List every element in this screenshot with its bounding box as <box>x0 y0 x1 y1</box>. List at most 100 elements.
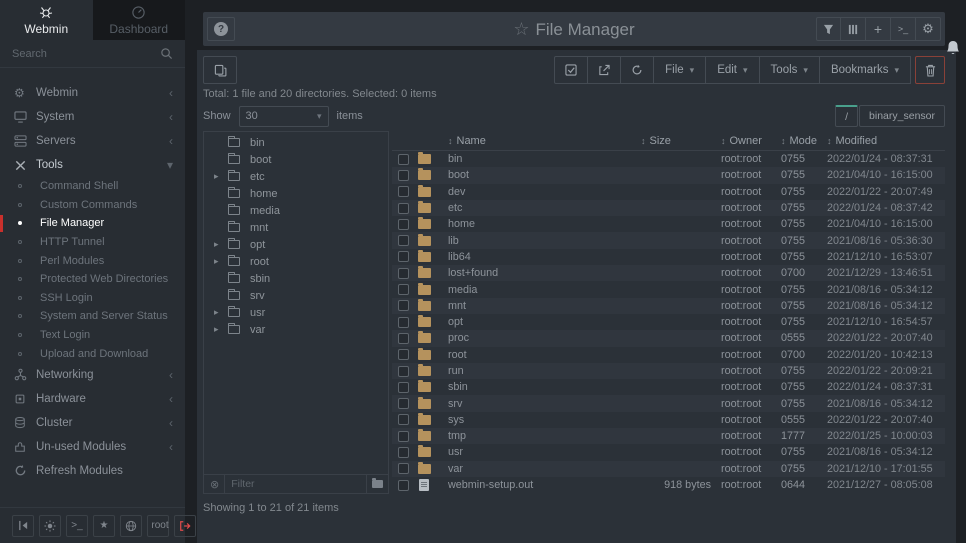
row-checkbox[interactable] <box>398 382 409 393</box>
sidebar-item-system[interactable]: System ‹ <box>0 105 185 129</box>
file-name[interactable]: var <box>448 463 641 475</box>
search-input[interactable] <box>12 48 160 60</box>
sidebar-subitem[interactable]: Perl Modules <box>0 251 185 270</box>
sidebar-subitem[interactable]: Custom Commands <box>0 196 185 215</box>
row-checkbox[interactable] <box>398 431 409 442</box>
row-checkbox[interactable] <box>398 251 409 262</box>
tree-item[interactable]: home <box>204 185 388 202</box>
file-name[interactable]: usr <box>448 446 641 458</box>
tree-item[interactable]: sbin <box>204 270 388 287</box>
theme-brightness-button[interactable] <box>39 515 61 537</box>
sidebar-subitem[interactable]: System and Server Status <box>0 307 185 326</box>
tree-item[interactable]: srv <box>204 287 388 304</box>
file-name[interactable]: lib <box>448 235 641 247</box>
clear-filter-icon[interactable]: ⊗ <box>210 478 219 491</box>
file-name[interactable]: sys <box>448 414 641 426</box>
row-checkbox[interactable] <box>398 366 409 377</box>
file-name[interactable]: bin <box>448 153 641 165</box>
sidebar-item-cluster[interactable]: Cluster ‹ <box>0 411 185 435</box>
columns-button[interactable] <box>841 17 866 41</box>
menu-dropdown-button[interactable]: Bookmarks▾ <box>820 56 911 84</box>
sidebar-subitem[interactable]: File Manager <box>0 214 185 233</box>
table-row[interactable]: sys root:root 0555 2022/01/22 - 20:07:40 <box>392 412 945 428</box>
language-globe-button[interactable] <box>120 515 142 537</box>
sidebar-item-refresh-modules[interactable]: Refresh Modules <box>0 459 185 483</box>
trash-button[interactable] <box>915 56 945 84</box>
file-name[interactable]: webmin-setup.out <box>448 479 641 491</box>
menu-dropdown-button[interactable]: File▾ <box>654 56 706 84</box>
column-header-owner[interactable]: ↕Owner <box>721 135 781 147</box>
tree-filter-input[interactable] <box>224 475 366 493</box>
row-checkbox[interactable] <box>398 300 409 311</box>
tree-item[interactable]: bin <box>204 134 388 151</box>
row-checkbox[interactable] <box>398 463 409 474</box>
row-checkbox[interactable] <box>398 284 409 295</box>
menu-dropdown-button[interactable]: Edit▾ <box>706 56 759 84</box>
row-checkbox[interactable] <box>398 447 409 458</box>
table-row[interactable]: opt root:root 0755 2021/12/10 - 16:54:57 <box>392 314 945 330</box>
sidebar-subitem[interactable]: Text Login <box>0 326 185 345</box>
sidebar-subitem[interactable]: SSH Login <box>0 289 185 308</box>
table-row[interactable]: home root:root 0755 2021/04/10 - 16:15:0… <box>392 216 945 232</box>
breadcrumb-current[interactable]: binary_sensor <box>859 105 945 127</box>
row-checkbox[interactable] <box>398 235 409 246</box>
table-row[interactable]: bin root:root 0755 2022/01/24 - 08:37:31 <box>392 151 945 167</box>
file-name[interactable]: lost+found <box>448 267 641 279</box>
table-row[interactable]: usr root:root 0755 2021/08/16 - 05:34:12 <box>392 444 945 460</box>
tree-expander-icon[interactable]: ▸ <box>214 239 228 250</box>
help-button[interactable]: ? <box>207 17 235 41</box>
sidebar-subitem[interactable]: Command Shell <box>0 177 185 196</box>
select-all-button[interactable] <box>554 56 588 84</box>
row-checkbox[interactable] <box>398 480 409 491</box>
file-name[interactable]: srv <box>448 398 641 410</box>
table-row[interactable]: root root:root 0700 2022/01/20 - 10:42:1… <box>392 347 945 363</box>
table-row[interactable]: srv root:root 0755 2021/08/16 - 05:34:12 <box>392 395 945 411</box>
table-row[interactable]: mnt root:root 0755 2021/08/16 - 05:34:12 <box>392 298 945 314</box>
row-checkbox[interactable] <box>398 333 409 344</box>
page-size-select[interactable]: 30 ▾ <box>239 106 329 127</box>
table-row[interactable]: boot root:root 0755 2021/04/10 - 16:15:0… <box>392 167 945 183</box>
row-checkbox[interactable] <box>398 398 409 409</box>
table-row[interactable]: var root:root 0755 2021/12/10 - 17:01:55 <box>392 461 945 477</box>
row-checkbox[interactable] <box>398 317 409 328</box>
column-header-modified[interactable]: ↕Modified <box>827 135 945 147</box>
table-row[interactable]: run root:root 0755 2022/01/22 - 20:09:21 <box>392 363 945 379</box>
tree-item[interactable]: media <box>204 202 388 219</box>
favorites-star-button[interactable]: ★ <box>93 515 115 537</box>
table-row[interactable]: lost+found root:root 0700 2021/12/29 - 1… <box>392 265 945 281</box>
file-name[interactable]: home <box>448 218 641 230</box>
file-name[interactable]: etc <box>448 202 641 214</box>
tree-item[interactable]: ▸ usr <box>204 304 388 321</box>
tab-dashboard[interactable]: Dashboard <box>93 0 186 40</box>
logout-button[interactable] <box>174 515 196 537</box>
paste-buffer-button[interactable] <box>203 56 237 84</box>
breadcrumb-root[interactable]: / <box>835 105 858 127</box>
new-tab-plus-button[interactable]: + <box>866 17 891 41</box>
row-checkbox[interactable] <box>398 154 409 165</box>
row-checkbox[interactable] <box>398 268 409 279</box>
file-name[interactable]: lib64 <box>448 251 641 263</box>
sidebar-subitem[interactable]: Upload and Download <box>0 344 185 363</box>
table-row[interactable]: webmin-setup.out 918 bytes root:root 064… <box>392 477 945 493</box>
table-row[interactable]: dev root:root 0755 2022/01/22 - 20:07:49 <box>392 184 945 200</box>
sidebar-subitem[interactable]: Protected Web Directories <box>0 270 185 289</box>
row-checkbox[interactable] <box>398 186 409 197</box>
filter-funnel-button[interactable] <box>816 17 841 41</box>
sidebar-item-hardware[interactable]: Hardware ‹ <box>0 387 185 411</box>
tree-expander-icon[interactable]: ▸ <box>214 256 228 267</box>
tree-item[interactable]: ▸ etc <box>204 168 388 185</box>
file-name[interactable]: root <box>448 349 641 361</box>
tree-item[interactable]: ▸ opt <box>204 236 388 253</box>
terminal-button[interactable]: >_ <box>66 515 88 537</box>
user-account-button[interactable]: root <box>147 515 169 537</box>
export-button[interactable] <box>588 56 621 84</box>
tree-item[interactable]: ▸ var <box>204 321 388 338</box>
column-header-size[interactable]: ↕Size <box>641 135 721 147</box>
row-checkbox[interactable] <box>398 414 409 425</box>
shell-button[interactable]: >_ <box>891 17 916 41</box>
tree-folder-button[interactable] <box>366 475 388 493</box>
file-name[interactable]: mnt <box>448 300 641 312</box>
sidebar-item-webmin[interactable]: ⚙ Webmin ‹ <box>0 81 185 105</box>
menu-dropdown-button[interactable]: Tools▾ <box>760 56 820 84</box>
file-name[interactable]: run <box>448 365 641 377</box>
